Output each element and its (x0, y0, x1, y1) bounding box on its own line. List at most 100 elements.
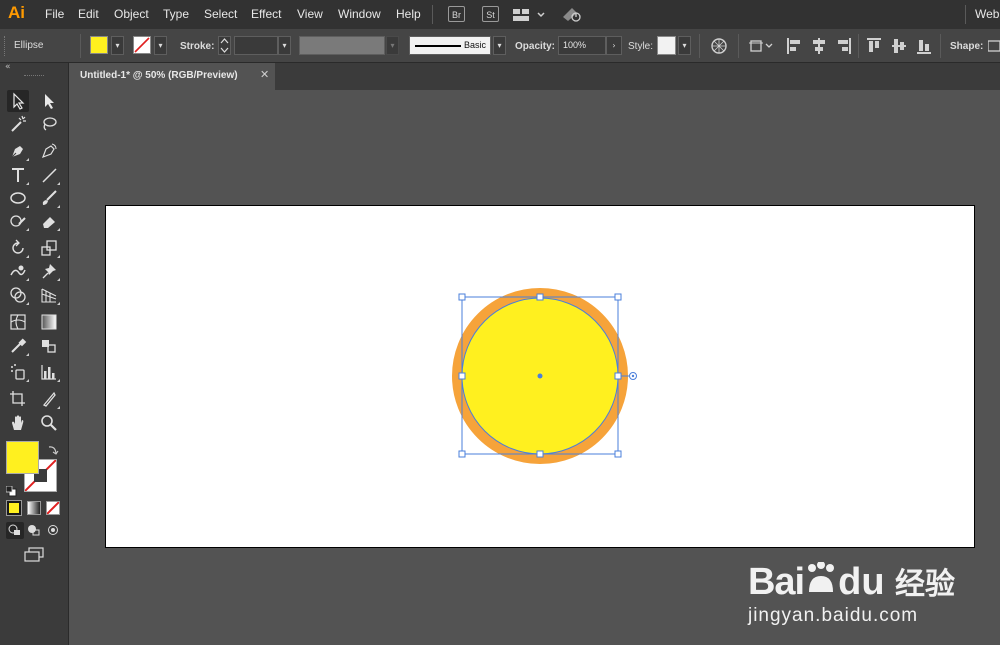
fill-color-box[interactable] (6, 441, 39, 474)
curvature-tool[interactable] (38, 140, 60, 162)
baidu-watermark: Bai du 经验 jingyan.baidu.com (748, 559, 955, 627)
line-segment-tool[interactable] (38, 164, 60, 186)
watermark-brand: Bai (747, 561, 805, 603)
none-mode-button[interactable] (46, 501, 60, 515)
pen-tool[interactable] (7, 140, 29, 162)
align-right-icon[interactable] (836, 37, 852, 59)
draw-normal-button[interactable] (6, 522, 24, 539)
stroke-weight-dropdown[interactable]: ▾ (278, 36, 291, 55)
shape-properties-icon[interactable] (987, 37, 1000, 59)
arrange-documents-icon[interactable] (513, 7, 547, 26)
swap-fill-stroke-icon[interactable] (47, 441, 59, 460)
artboard[interactable] (105, 205, 975, 548)
stroke-color-dropdown[interactable]: ▾ (154, 36, 167, 55)
align-bottom-icon[interactable] (916, 37, 932, 59)
opacity-field[interactable]: 100% (558, 36, 606, 55)
style-label: Style: (628, 41, 654, 52)
watermark-cn: 经验 (895, 567, 955, 602)
pie-widget-dot (631, 374, 635, 378)
center-point (537, 373, 543, 379)
rotate-tool[interactable] (7, 237, 29, 259)
menu-select[interactable]: Select (204, 7, 237, 21)
fill-dropdown[interactable]: ▾ (111, 36, 124, 55)
bridge-icon[interactable]: Br (448, 6, 465, 22)
workspace-divider (965, 5, 966, 24)
fill-swatch[interactable] (90, 36, 108, 54)
artboard-tool[interactable] (7, 388, 29, 410)
blend-tool[interactable] (38, 335, 60, 357)
symbol-sprayer-tool[interactable] (7, 361, 29, 383)
workspace-switcher[interactable]: Web (975, 7, 999, 21)
color-mode-button[interactable] (6, 500, 22, 516)
document-title: Untitled-1* @ 50% (RGB/Preview) (80, 70, 238, 81)
opacity-arrow-button[interactable]: › (606, 36, 622, 55)
mesh-tool[interactable] (7, 311, 29, 333)
document-tab-bar: Untitled-1* @ 50% (RGB/Preview) ✕ (70, 63, 1000, 90)
brush-definition-field[interactable]: Basic (409, 36, 491, 55)
menu-type[interactable]: Type (163, 7, 189, 21)
control-grip (4, 36, 7, 56)
stroke-swatch[interactable] (133, 36, 151, 54)
stroke-weight-stepper[interactable] (218, 36, 231, 55)
align-to-selection-icon[interactable] (748, 37, 774, 59)
align-vertical-center-icon[interactable] (891, 37, 907, 59)
screen-mode-button[interactable] (23, 547, 45, 563)
control-divider (940, 34, 941, 58)
hand-tool[interactable] (7, 412, 29, 434)
recolor-artwork-icon[interactable] (710, 37, 728, 59)
draw-behind-button[interactable] (25, 522, 43, 539)
watermark-brand-du: du (838, 561, 885, 603)
gpu-performance-icon[interactable] (561, 5, 583, 27)
stroke-weight-field[interactable] (234, 36, 278, 55)
menu-object[interactable]: Object (114, 7, 149, 21)
zoom-tool[interactable] (38, 412, 60, 434)
warp-tool[interactable] (7, 260, 29, 282)
opacity-label: Opacity: (515, 41, 556, 52)
type-tool[interactable] (7, 164, 29, 186)
puppet-warp-tool[interactable] (38, 260, 60, 282)
menu-help[interactable]: Help (396, 7, 421, 21)
eyedropper-tool[interactable] (7, 335, 29, 357)
lasso-tool[interactable] (38, 113, 60, 135)
align-top-icon[interactable] (866, 37, 882, 59)
gradient-mode-button[interactable] (27, 501, 41, 515)
control-divider (738, 34, 739, 58)
perspective-grid-tool[interactable] (38, 284, 60, 306)
column-graph-tool[interactable] (38, 361, 60, 383)
app-logo: Ai (8, 3, 25, 22)
control-divider (699, 34, 700, 58)
align-left-icon[interactable] (786, 37, 802, 59)
shape-builder-tool[interactable] (7, 284, 29, 306)
profile-dropdown[interactable]: ▾ (386, 36, 399, 55)
direct-selection-tool[interactable] (38, 90, 60, 112)
menu-view[interactable]: View (297, 7, 323, 21)
menu-window[interactable]: Window (338, 7, 381, 21)
style-dropdown[interactable]: ▾ (678, 36, 691, 55)
selection-tool[interactable] (7, 90, 29, 112)
menu-divider (432, 5, 433, 24)
close-icon[interactable]: ✕ (260, 68, 269, 81)
adobe-stock-icon[interactable]: St (482, 6, 499, 22)
menu-effect[interactable]: Effect (251, 7, 281, 21)
align-horizontal-center-icon[interactable] (811, 37, 827, 59)
shaper-tool[interactable] (7, 210, 29, 232)
paintbrush-tool[interactable] (38, 187, 60, 209)
default-fill-stroke-icon[interactable] (5, 482, 17, 501)
slice-tool[interactable] (38, 388, 60, 410)
variable-width-profile[interactable] (299, 36, 385, 55)
tools-panel: « (0, 62, 69, 645)
eraser-tool[interactable] (38, 210, 60, 232)
magic-wand-tool[interactable] (7, 113, 29, 135)
menu-edit[interactable]: Edit (78, 7, 99, 21)
draw-inside-button[interactable] (44, 522, 62, 539)
graphic-style-swatch[interactable] (657, 36, 676, 55)
tab-untitled-1[interactable]: Untitled-1* @ 50% (RGB/Preview) ✕ (70, 63, 275, 90)
control-divider (80, 34, 81, 58)
brush-dropdown[interactable]: ▾ (493, 36, 506, 55)
gradient-tool[interactable] (38, 311, 60, 333)
scale-tool[interactable] (38, 237, 60, 259)
brush-label: Basic (464, 40, 487, 50)
panel-collapse-icon[interactable]: « (5, 62, 11, 72)
menu-file[interactable]: File (45, 7, 64, 21)
ellipse-tool[interactable] (7, 187, 29, 209)
